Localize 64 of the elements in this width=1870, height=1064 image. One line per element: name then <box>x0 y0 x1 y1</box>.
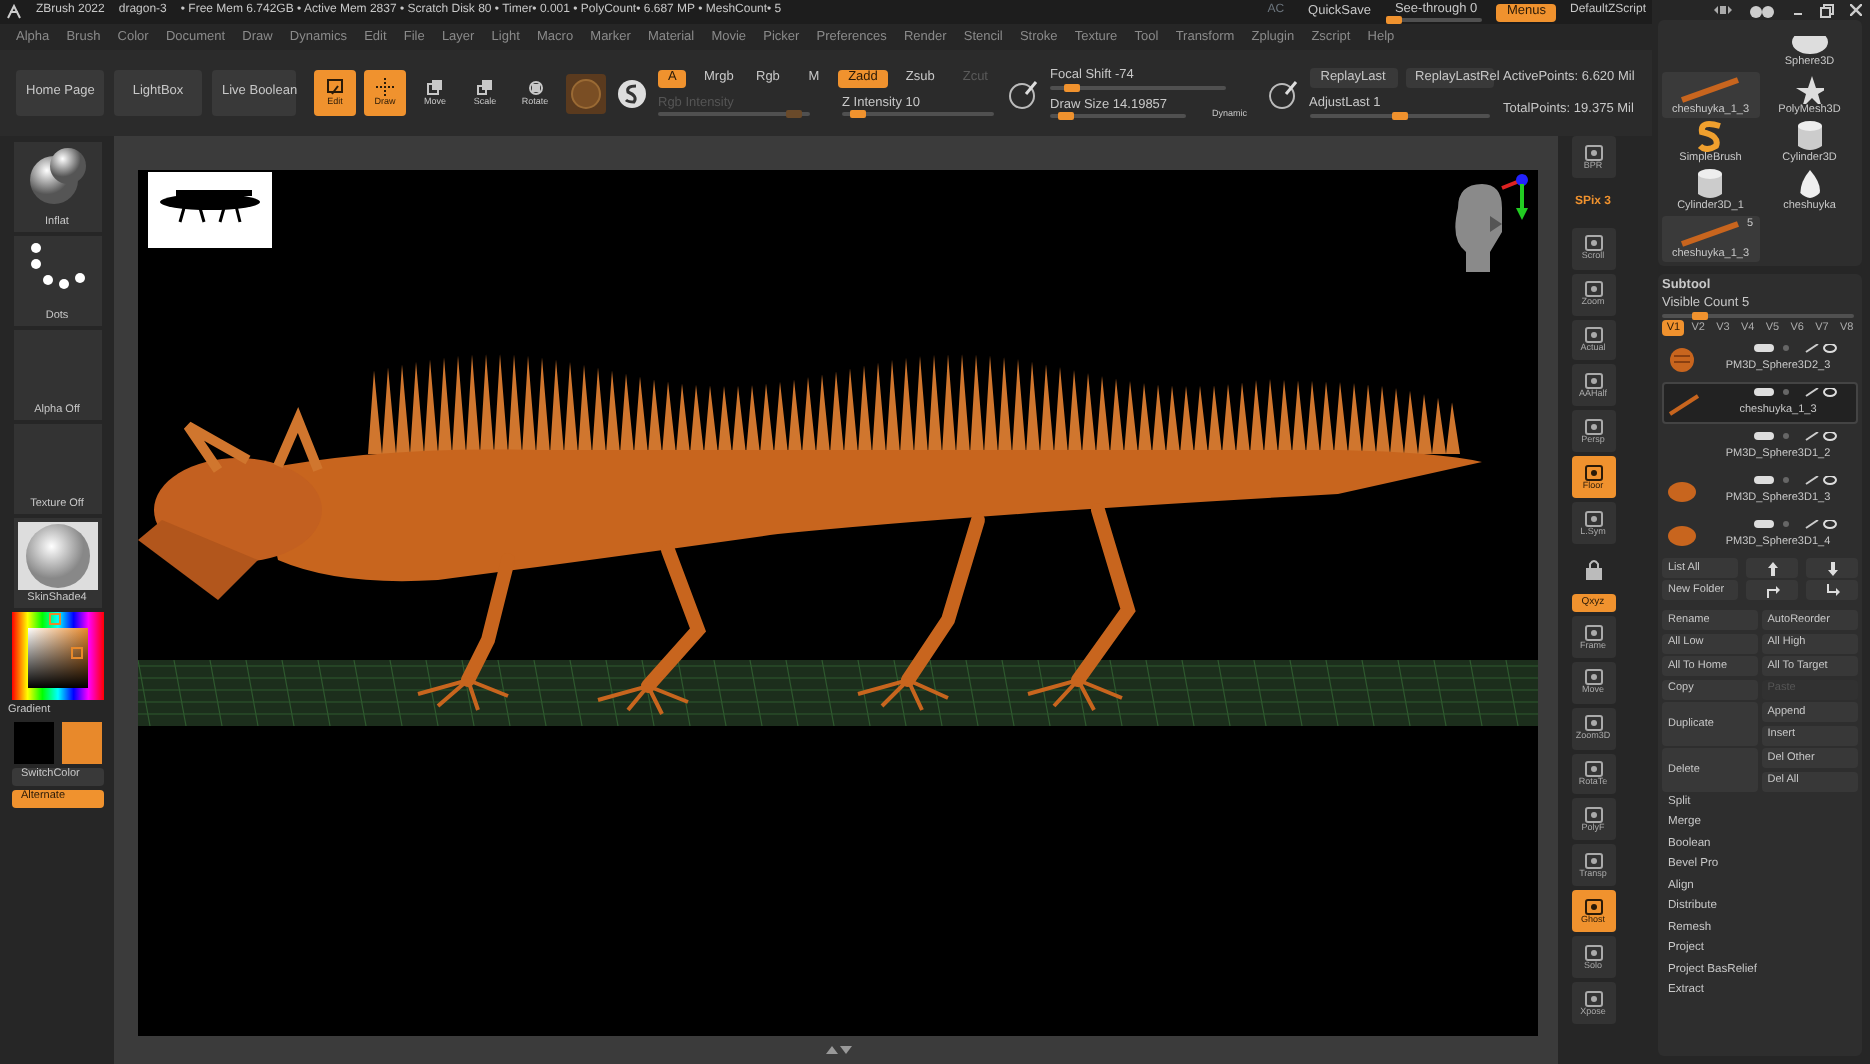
tool-glyph-icon <box>1583 463 1603 482</box>
ball-icon <box>1666 479 1698 504</box>
curved-arrow-icon <box>1825 583 1839 598</box>
adjust-icon <box>1267 77 1300 109</box>
tool-glyph-icon <box>1583 668 1603 687</box>
arrow-button[interactable] <box>1746 558 1798 579</box>
sphere-icon <box>27 146 87 206</box>
viewport-canvas[interactable] <box>138 170 1538 1036</box>
arrow-button[interactable] <box>1806 558 1858 579</box>
color-swatch[interactable] <box>13 721 53 764</box>
restore-icon <box>1820 3 1834 17</box>
material-swatch-icon <box>566 73 606 113</box>
squares-icon <box>426 78 444 97</box>
dragon-head-icon <box>1666 343 1698 376</box>
tool-glyph-icon <box>1583 326 1603 345</box>
palette-icon <box>1748 3 1776 17</box>
sphere-brush-icon <box>616 77 648 109</box>
star-icon <box>1795 76 1824 105</box>
close-icon <box>1850 4 1862 16</box>
rod-icon <box>1668 391 1700 416</box>
tool-glyph-icon <box>1583 943 1603 962</box>
curved-arrow-icon <box>1765 583 1779 598</box>
cylinder-icon <box>1696 168 1725 201</box>
canvas-scroll-handle-icon <box>822 1044 854 1056</box>
color-picker <box>11 612 103 700</box>
slider-thumb[interactable] <box>1391 111 1408 120</box>
brush-settings-icon <box>1008 77 1040 109</box>
slider-thumb[interactable] <box>1692 311 1709 320</box>
tool-glyph-icon <box>1583 852 1603 871</box>
tool-glyph-icon <box>1583 760 1603 779</box>
tool-glyph-icon <box>1583 280 1603 299</box>
slider-thumb[interactable] <box>1058 112 1075 121</box>
tool-glyph-icon <box>1583 897 1603 916</box>
panel-toggle-icon <box>1714 4 1732 16</box>
down-arrow-icon <box>1825 561 1839 576</box>
s-letter-icon <box>1696 120 1725 153</box>
tool-glyph-icon <box>1583 806 1603 825</box>
tool-glyph-icon <box>1583 372 1603 391</box>
navigator-thumbnail <box>148 172 272 248</box>
tool-glyph-icon <box>1583 623 1603 642</box>
arrow-button[interactable] <box>1806 580 1858 601</box>
cylinder-icon <box>1795 120 1824 153</box>
tool-glyph-icon <box>1583 418 1603 437</box>
slider-thumb[interactable] <box>1064 83 1081 91</box>
slider-thumb[interactable] <box>849 110 866 119</box>
squares-icon <box>476 78 494 97</box>
color-swatch[interactable] <box>61 721 101 764</box>
egg-icon <box>1795 168 1824 201</box>
tool-glyph-icon <box>1583 143 1603 162</box>
up-arrow-icon <box>1765 561 1779 576</box>
tool-glyph-icon <box>1583 714 1603 733</box>
arrow-button[interactable] <box>1746 580 1798 601</box>
rod-icon <box>1676 76 1745 105</box>
crosshair-icon <box>376 78 394 97</box>
edit-icon <box>326 78 344 97</box>
tool-glyph-icon <box>1583 234 1603 253</box>
lock-icon <box>1583 557 1603 580</box>
tool-glyph-icon <box>1583 509 1603 528</box>
app-logo-icon <box>6 4 22 20</box>
tool-glyph-icon <box>1583 989 1603 1008</box>
slider-thumb[interactable] <box>1386 16 1403 25</box>
ball-icon <box>1666 523 1698 548</box>
square-circle-icon <box>526 78 544 97</box>
rod-icon <box>1676 220 1745 249</box>
